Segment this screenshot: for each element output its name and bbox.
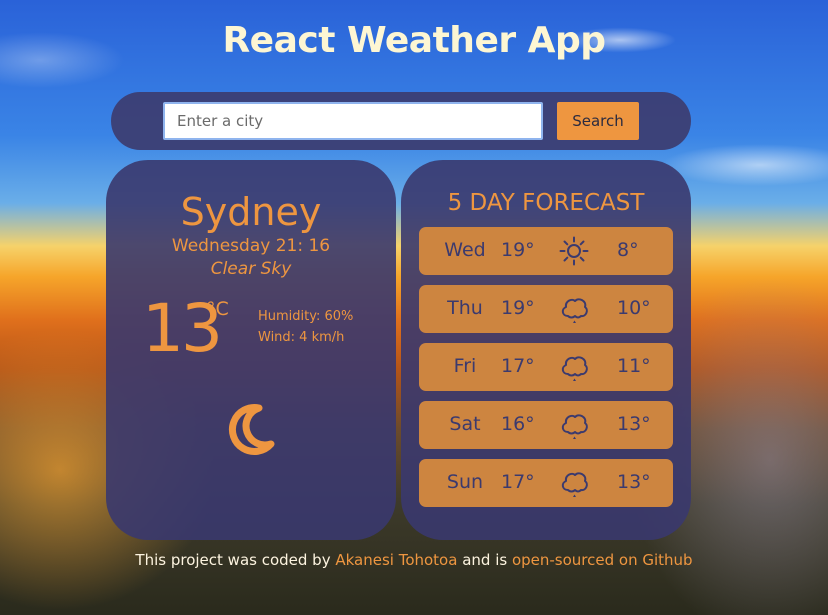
- forecast-row-thu: Thu 19° 10°: [419, 285, 673, 333]
- forecast-title: 5 DAY FORECAST: [447, 190, 645, 216]
- city-search-input[interactable]: [163, 102, 543, 140]
- humidity: Humidity: 60%: [258, 309, 354, 324]
- forecast-low-temp: 13°: [617, 413, 651, 435]
- footer: This project was coded by Akanesi Tohoto…: [0, 551, 828, 569]
- forecast-card: 5 DAY FORECAST Wed 19° 8° Thu 19° 10° Fri 17° 11…: [401, 160, 691, 540]
- rain-cloud-icon: [561, 414, 588, 439]
- moon-icon: [228, 404, 275, 456]
- date-time: Wednesday 21: 16: [171, 236, 331, 256]
- page-title: React Weather App: [222, 20, 606, 61]
- footer-middle: and is: [457, 551, 512, 569]
- forecast-row-wed: Wed 19° 8°: [419, 227, 673, 275]
- forecast-high-temp: 16°: [501, 413, 535, 435]
- forecast-high-temp: 19°: [501, 297, 535, 319]
- forecast-low-temp: 13°: [617, 471, 651, 493]
- forecast-low-temp: 8°: [617, 239, 639, 261]
- forecast-high-temp: 17°: [501, 355, 535, 377]
- forecast-day: Wed: [444, 239, 486, 261]
- forecast-high-temp: 19°: [501, 239, 535, 261]
- sun-icon: [559, 236, 589, 266]
- forecast-low-temp: 11°: [617, 355, 651, 377]
- forecast-high-temp: 17°: [501, 471, 535, 493]
- author-link[interactable]: Akanesi Tohotoa: [335, 551, 457, 569]
- search-button[interactable]: Search: [557, 102, 639, 140]
- current-weather-card: Sydney Wednesday 21: 16 Clear Sky 13 °C …: [106, 160, 396, 540]
- forecast-low-temp: 10°: [617, 297, 651, 319]
- forecast-day: Sun: [446, 471, 484, 493]
- wind-speed: Wind: 4 km/h: [258, 330, 345, 345]
- forecast-day: Thu: [447, 297, 483, 319]
- footer-prefix: This project was coded by: [135, 551, 336, 569]
- temperature-unit: °C: [206, 298, 229, 320]
- rain-cloud-icon: [561, 356, 588, 381]
- search-form: Search: [111, 92, 691, 150]
- github-repo-link[interactable]: open-sourced on Github: [512, 551, 693, 569]
- rain-cloud-icon: [561, 472, 588, 497]
- forecast-day: Fri: [453, 355, 477, 377]
- weather-description: Clear Sky: [210, 259, 292, 279]
- forecast-row-fri: Fri 17° 11°: [419, 343, 673, 391]
- rain-cloud-icon: [561, 298, 588, 323]
- forecast-row-sat: Sat 16° 13°: [419, 401, 673, 449]
- forecast-row-sun: Sun 17° 13°: [419, 459, 673, 507]
- forecast-day: Sat: [449, 413, 481, 435]
- city-name: Sydney: [180, 190, 322, 234]
